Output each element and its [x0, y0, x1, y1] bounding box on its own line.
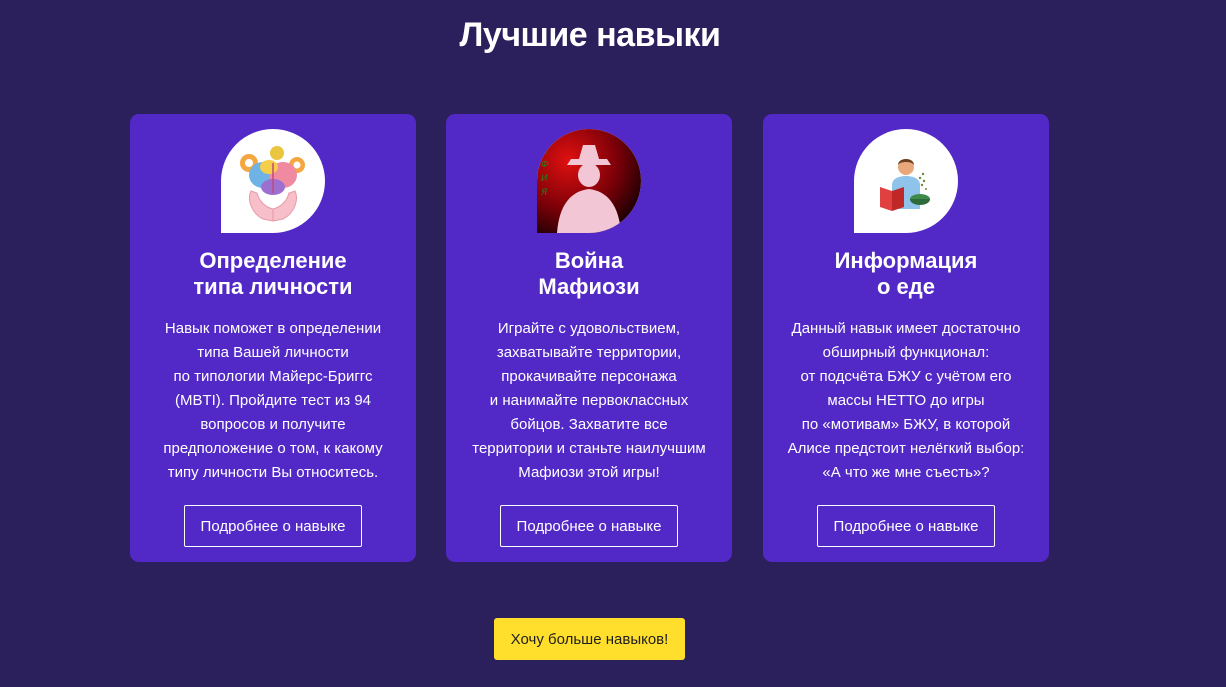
more-about-skill-button[interactable]: Подробнее о навыке [184, 505, 362, 547]
card-description: Данный навык имеет достаточно обширный ф… [787, 320, 1025, 481]
mafia-gangster-icon: М А Ф И Я [537, 129, 641, 233]
skill-card-food-info: Информация о еде Данный навык имеет дост… [763, 114, 1049, 562]
more-about-skill-button[interactable]: Подробнее о навыке [817, 505, 995, 547]
card-description: Играйте с удовольствием, захватывайте те… [472, 320, 706, 481]
page-title: Лучшие навыки [459, 16, 721, 54]
more-skills-button[interactable]: Хочу больше навыков! [494, 618, 685, 660]
man-reading-food-icon [854, 129, 958, 233]
skill-card-personality: Определение типа личности Навык поможет … [130, 114, 416, 562]
card-description: Навык поможет в определении типа Вашей л… [163, 320, 383, 481]
card-title: Определение типа личности [193, 248, 353, 299]
card-title: Информация о еде [834, 248, 978, 299]
card-title: Война Мафиози [538, 248, 640, 299]
more-about-skill-button[interactable]: Подробнее о навыке [500, 505, 678, 547]
skill-card-mafia: М А Ф И Я Война Мафиози Играйте с удовол… [446, 114, 732, 562]
brain-in-hands-icon [221, 129, 325, 233]
